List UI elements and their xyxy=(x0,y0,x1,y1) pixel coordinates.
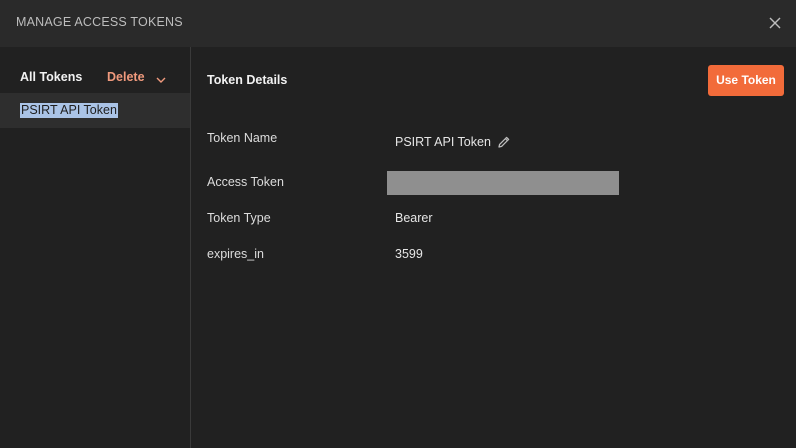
use-token-button[interactable]: Use Token xyxy=(708,65,784,96)
sidebar-header: All Tokens Delete xyxy=(0,47,190,93)
expires-in-value: 3599 xyxy=(395,247,423,261)
token-details-title: Token Details xyxy=(207,73,288,87)
chevron-down-icon[interactable] xyxy=(155,72,167,83)
access-token-value-redacted xyxy=(387,171,619,195)
expires-in-label: expires_in xyxy=(207,247,264,261)
token-details-panel: Token Details Use Token Token Name PSIRT… xyxy=(191,47,796,448)
all-tokens-label[interactable]: All Tokens xyxy=(20,70,82,84)
token-list-item[interactable]: PSIRT API Token xyxy=(0,93,190,128)
token-sidebar: All Tokens Delete PSIRT API Token xyxy=(0,47,191,448)
modal-header: MANAGE ACCESS TOKENS xyxy=(0,0,796,47)
access-token-label: Access Token xyxy=(207,175,284,189)
token-name-value: PSIRT API Token xyxy=(395,135,491,149)
token-type-value: Bearer xyxy=(395,211,433,225)
manage-access-tokens-modal: MANAGE ACCESS TOKENS All Tokens Delete P… xyxy=(0,0,796,448)
token-name-label: Token Name xyxy=(207,131,278,145)
modal-title: MANAGE ACCESS TOKENS xyxy=(16,15,183,29)
token-type-label: Token Type xyxy=(207,211,271,225)
delete-button[interactable]: Delete xyxy=(107,70,145,84)
pencil-icon[interactable] xyxy=(497,135,511,149)
token-list-item-label: PSIRT API Token xyxy=(20,103,118,118)
close-icon[interactable] xyxy=(766,14,784,32)
